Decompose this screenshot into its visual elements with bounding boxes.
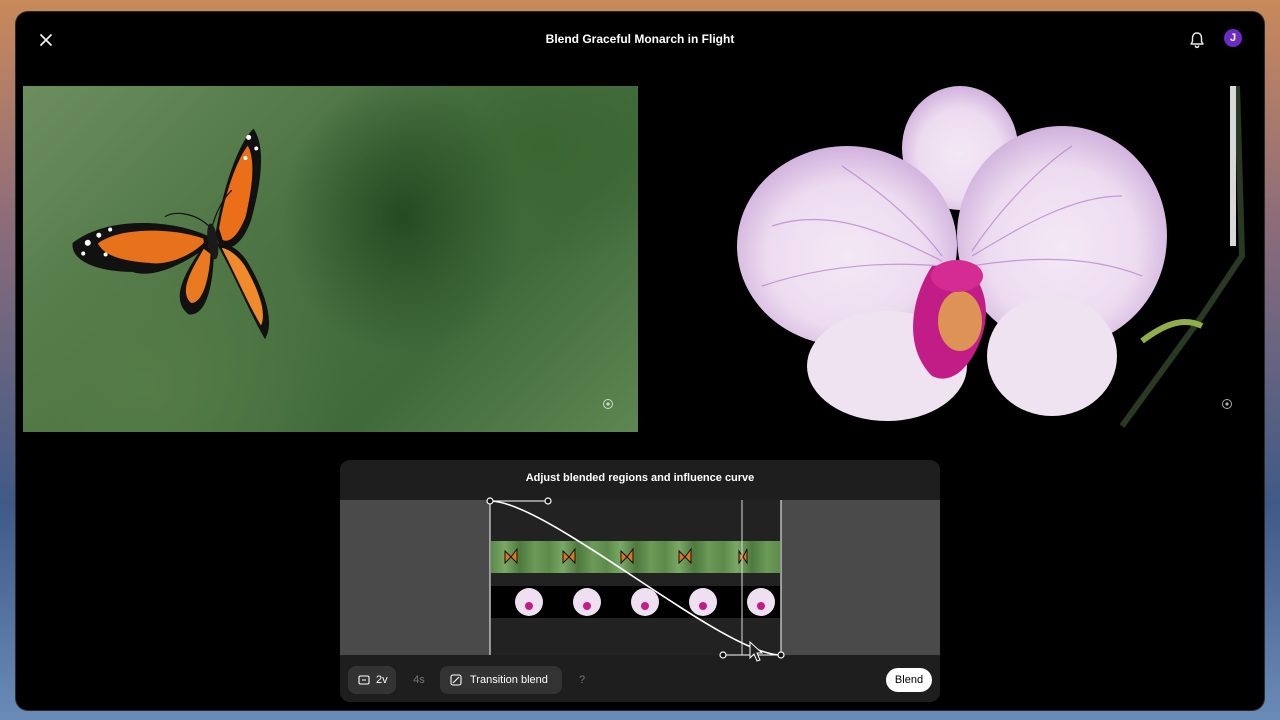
- source-image-orchid: [642, 86, 1257, 432]
- blend-region-editor[interactable]: [340, 497, 940, 662]
- blend-panel: Adjust blended regions and influence cur…: [340, 460, 940, 702]
- curve-handle-start[interactable]: [486, 497, 494, 505]
- video-count-label: 2v: [376, 674, 388, 686]
- curve-control-end[interactable]: [719, 651, 727, 659]
- gear-icon: [603, 399, 613, 409]
- avatar[interactable]: J: [1224, 29, 1242, 47]
- panel-toolbar: 2v 4s Transition blend ? Blend: [340, 664, 940, 698]
- curve-handle-end[interactable]: [777, 651, 785, 659]
- blend-button[interactable]: Blend: [886, 668, 932, 692]
- duration-label: 4s: [413, 674, 425, 686]
- pointer-cursor-icon: [749, 640, 764, 662]
- video-count-button[interactable]: 2v: [348, 666, 396, 694]
- duration-button[interactable]: 4s: [406, 666, 432, 694]
- panel-title: Adjust blended regions and influence cur…: [525, 472, 755, 484]
- app-window: Blend Graceful Monarch in Flight J Adjus…: [16, 12, 1264, 710]
- orchid-illustration: [737, 86, 1246, 428]
- blend-mode-icon: [450, 674, 462, 686]
- help-label: ?: [578, 674, 586, 686]
- influence-curve[interactable]: [340, 497, 940, 662]
- butterfly-illustration: [72, 128, 269, 340]
- page-title: Blend Graceful Monarch in Flight: [545, 32, 735, 46]
- transition-blend-label: Transition blend: [470, 674, 548, 686]
- film-icon: [358, 675, 370, 685]
- bell-icon: [1190, 32, 1204, 49]
- transition-blend-button[interactable]: Transition blend: [440, 666, 562, 694]
- help-button[interactable]: ?: [572, 666, 592, 694]
- notifications-button[interactable]: [1188, 31, 1206, 49]
- top-bar: Blend Graceful Monarch in Flight J: [16, 12, 1264, 68]
- source-image-butterfly: [23, 86, 638, 432]
- gear-icon: [1222, 399, 1232, 409]
- curve-control-start[interactable]: [544, 497, 552, 505]
